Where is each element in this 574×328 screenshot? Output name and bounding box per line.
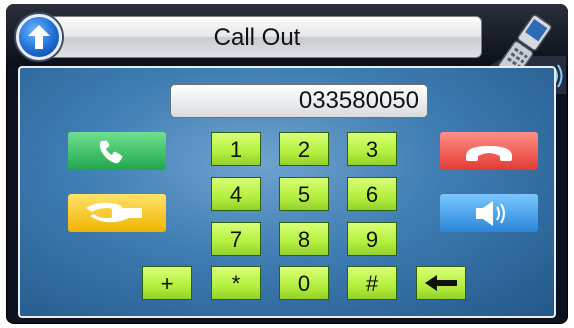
backspace-arrow-icon bbox=[425, 275, 457, 291]
phone-handset-icon bbox=[99, 140, 123, 164]
key-7[interactable]: 7 bbox=[211, 222, 261, 256]
hang-up-icon bbox=[466, 146, 512, 161]
transfer-button[interactable] bbox=[68, 194, 166, 232]
title-bar: Call Out bbox=[32, 16, 482, 58]
dialer-panel: 033580050 1 2 3 4 5 6 7 8 9 + * 0 # bbox=[18, 66, 556, 318]
key-5[interactable]: 5 bbox=[279, 177, 329, 211]
backspace-button[interactable] bbox=[416, 266, 466, 300]
key-2[interactable]: 2 bbox=[279, 132, 329, 166]
back-button[interactable] bbox=[16, 14, 62, 60]
key-hash[interactable]: # bbox=[347, 266, 397, 300]
page-title: Call Out bbox=[213, 24, 301, 51]
key-8[interactable]: 8 bbox=[279, 222, 329, 256]
speaker-icon bbox=[476, 201, 505, 226]
top-bar: Call Out bbox=[6, 4, 568, 94]
key-9[interactable]: 9 bbox=[347, 222, 397, 256]
call-button[interactable] bbox=[68, 132, 166, 170]
key-plus[interactable]: + bbox=[142, 266, 192, 300]
call-out-window: Call Out 033580050 1 2 3 4 5 6 7 8 9 + *… bbox=[6, 4, 568, 324]
speaker-button[interactable] bbox=[440, 194, 538, 232]
key-star[interactable]: * bbox=[211, 266, 261, 300]
number-display: 033580050 bbox=[170, 84, 428, 118]
key-0[interactable]: 0 bbox=[279, 266, 329, 300]
call-transfer-icon bbox=[86, 202, 142, 223]
hang-up-button[interactable] bbox=[440, 132, 538, 170]
key-4[interactable]: 4 bbox=[211, 177, 261, 211]
key-1[interactable]: 1 bbox=[211, 132, 261, 166]
key-6[interactable]: 6 bbox=[347, 177, 397, 211]
up-arrow-icon bbox=[28, 25, 50, 49]
key-3[interactable]: 3 bbox=[347, 132, 397, 166]
